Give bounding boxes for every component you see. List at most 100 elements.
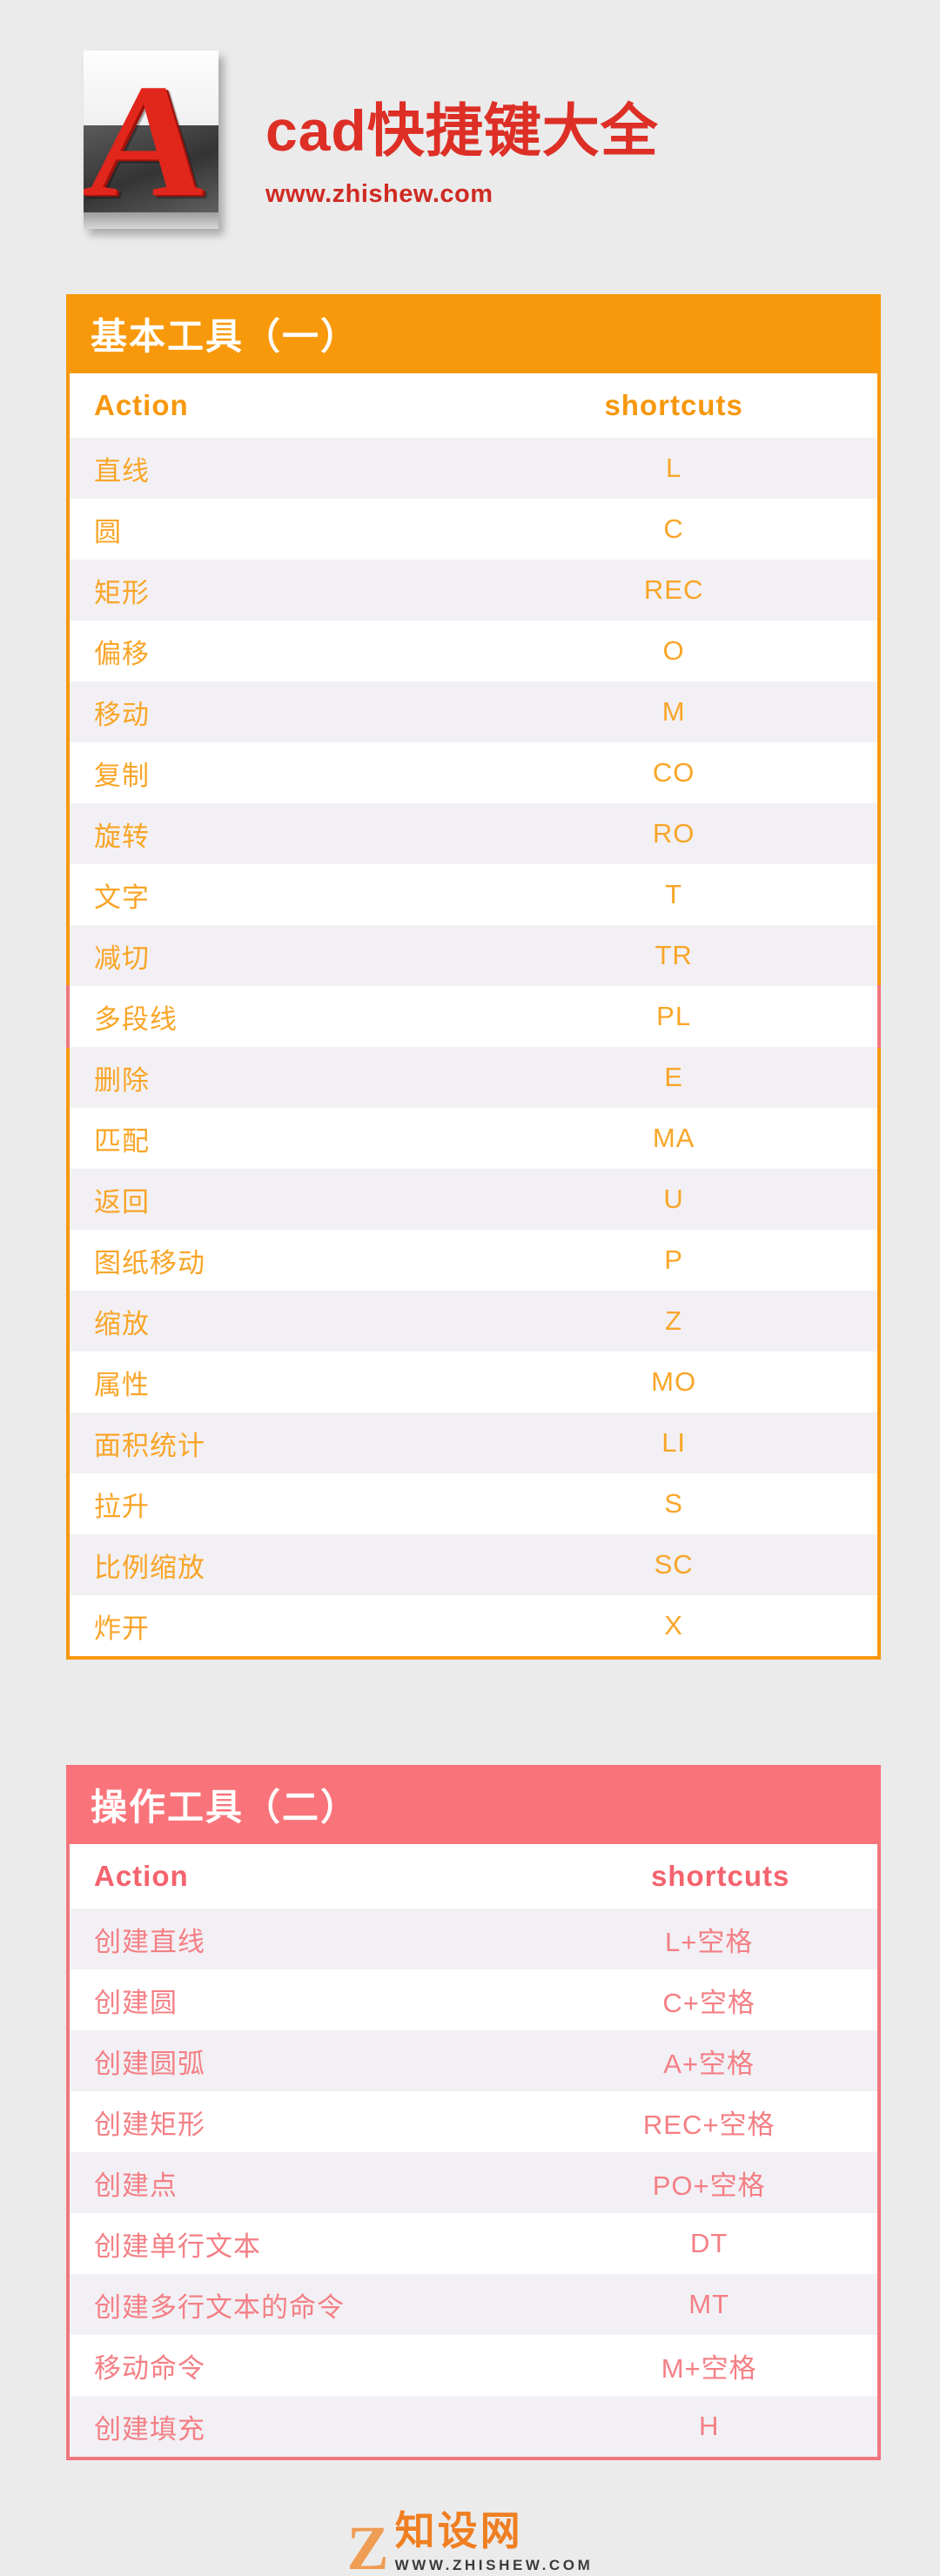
cell-action: 比例缩放	[94, 1552, 205, 1583]
cell-action: 图纸移动	[94, 1247, 205, 1278]
cell-action: 面积统计	[94, 1430, 205, 1461]
cell-shortcut: P	[664, 1244, 683, 1275]
table-row: 创建多行文本的命令 MT	[70, 2274, 877, 2335]
cell-shortcut: O	[662, 635, 685, 666]
table-row: 图纸移动 P	[70, 1230, 877, 1291]
cell-action: 缩放	[94, 1308, 150, 1339]
cell-shortcut: LI	[661, 1427, 687, 1458]
cell-action: 创建圆	[94, 1987, 178, 2018]
cell-shortcut: SC	[654, 1549, 694, 1580]
table-row: 创建单行文本 DT	[70, 2213, 877, 2274]
column-header-action: Action	[94, 1860, 189, 1892]
zhishew-z-mark: Z	[346, 2513, 389, 2576]
cell-shortcut: CO	[652, 757, 695, 788]
table-title: 操作工具（二）	[66, 1765, 881, 1844]
cell-action: 移动	[94, 699, 150, 730]
table-row: 创建直线 L+空格	[70, 1909, 877, 1969]
table-row: 拉升 S	[70, 1473, 877, 1534]
table-row: 炸开 X	[70, 1595, 877, 1656]
table-row: 属性 MO	[70, 1352, 877, 1412]
zhishew-brand-url: WWW.ZHISHEW.COM	[394, 2557, 594, 2573]
table-row: 复制 CO	[70, 742, 877, 803]
cell-shortcut: Z	[665, 1305, 683, 1336]
site-url: www.zhishew.com	[265, 180, 494, 209]
header-text-block: cad快捷键大全 www.zhishew.com	[265, 70, 659, 209]
logo-letter-a: A	[84, 50, 218, 229]
cell-action: 炸开	[94, 1613, 150, 1644]
cell-shortcut: PL	[656, 1001, 692, 1031]
table-row: 删除 E	[70, 1047, 877, 1108]
table-row: 减切 TR	[70, 925, 877, 986]
cell-action: 移动命令	[94, 2352, 205, 2384]
table-header-row: Action shortcuts	[70, 1844, 877, 1909]
table-row: 矩形 REC	[70, 560, 877, 621]
infographic-page: A cad快捷键大全 www.zhishew.com 基本工具（一） Action…	[0, 0, 940, 2576]
cell-action: 创建多行文本的命令	[94, 2291, 345, 2323]
table-row: 创建矩形 REC+空格	[70, 2091, 877, 2152]
table-row: 文字 T	[70, 864, 877, 925]
table-row: 直线 L	[70, 438, 877, 499]
column-header-shortcut: shortcuts	[604, 389, 743, 421]
cell-shortcut: RO	[652, 818, 695, 849]
cell-action: 创建单行文本	[94, 2231, 261, 2262]
column-header-shortcut: shortcuts	[651, 1860, 790, 1892]
zhishew-text-block: 知设网 WWW.ZHISHEW.COM	[395, 2511, 594, 2574]
cell-action: 拉升	[94, 1491, 150, 1522]
table-row: 移动命令 M+空格	[70, 2335, 877, 2396]
cell-shortcut: TR	[655, 940, 693, 970]
table-row: 返回 U	[70, 1169, 877, 1230]
cell-action: 创建矩形	[94, 2109, 205, 2140]
cell-shortcut: X	[664, 1610, 683, 1640]
cell-action: 旋转	[94, 821, 150, 852]
cell-shortcut: T	[665, 879, 683, 909]
shortcut-table-1: 基本工具（一） Action shortcuts 直线 L 圆 C 矩形 REC 偏移 O 移动 M 复制…	[66, 294, 881, 1660]
table-title: 基本工具（一）	[66, 294, 881, 373]
cell-shortcut: PO+空格	[652, 2170, 766, 2201]
cell-shortcut: DT	[690, 2228, 728, 2258]
cell-shortcut: MT	[688, 2289, 730, 2319]
cell-shortcut: A+空格	[663, 2048, 755, 2079]
page-footer: Z 知设网 WWW.ZHISHEW.COM	[0, 2511, 940, 2576]
cell-shortcut: L	[665, 453, 682, 483]
shortcut-table-2: 操作工具（二） Action shortcuts 创建直线 L+空格 创建圆 C+空格 创建圆…	[66, 1765, 881, 2460]
cell-action: 多段线	[94, 1003, 178, 1035]
cell-shortcut: C	[663, 513, 684, 544]
cell-action: 返回	[94, 1186, 150, 1218]
table-header-row: Action shortcuts	[70, 373, 877, 438]
cell-action: 创建点	[94, 2170, 178, 2201]
table-row: 创建圆 C+空格	[70, 1969, 877, 2030]
table-row: 创建圆弧 A+空格	[70, 2030, 877, 2091]
table-row: 创建填充 H	[70, 2396, 877, 2457]
table-row: 创建点 PO+空格	[70, 2152, 877, 2213]
table-row: 旋转 RO	[70, 803, 877, 864]
cell-shortcut: M	[661, 696, 686, 727]
cell-shortcut: M+空格	[661, 2352, 757, 2384]
cell-shortcut: C+空格	[662, 1987, 755, 2018]
cell-shortcut: MA	[652, 1123, 695, 1153]
cell-shortcut: REC	[643, 574, 704, 605]
cell-shortcut: E	[664, 1062, 683, 1092]
table-row: 匹配 MA	[70, 1108, 877, 1169]
cell-action: 矩形	[94, 577, 150, 608]
cell-action: 复制	[94, 760, 150, 791]
cell-action: 文字	[94, 882, 150, 913]
cell-action: 属性	[94, 1369, 150, 1400]
table-row: 圆C	[70, 499, 877, 560]
cell-action: 偏移	[94, 638, 150, 669]
cell-shortcut: L+空格	[665, 1926, 754, 1957]
cell-shortcut: U	[663, 1184, 684, 1214]
cell-action: 直线	[94, 455, 150, 486]
cell-shortcut: H	[698, 2411, 720, 2441]
cell-action: 匹配	[94, 1125, 150, 1157]
cell-action: 创建圆弧	[94, 2048, 205, 2079]
table-row: 缩放 Z	[70, 1291, 877, 1352]
cell-shortcut: MO	[651, 1366, 697, 1397]
column-header-action: Action	[94, 389, 189, 421]
cell-shortcut: S	[664, 1488, 683, 1519]
table-row: 面积统计 LI	[70, 1412, 877, 1473]
table-row: 偏移 O	[70, 621, 877, 681]
cell-action: 创建填充	[94, 2413, 205, 2445]
cell-action: 圆	[94, 516, 122, 547]
page-title: cad快捷键大全	[265, 97, 659, 163]
page-header: A cad快捷键大全 www.zhishew.com	[0, 0, 940, 278]
